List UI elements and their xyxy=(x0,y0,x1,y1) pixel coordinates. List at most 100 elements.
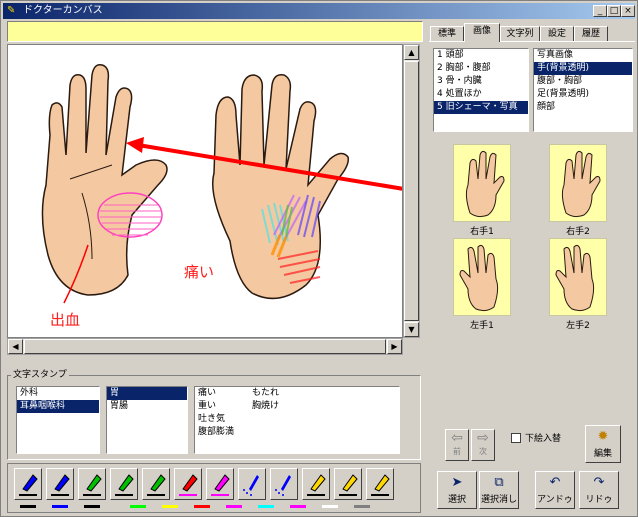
symptom-list[interactable]: 痛い 重い 吐き気 腹部膨満 もたれ 胸焼け xyxy=(194,386,400,454)
pen-palette xyxy=(7,463,421,513)
pen-icon xyxy=(19,474,38,496)
pen-button[interactable] xyxy=(302,468,330,500)
vertical-scroll-thumb[interactable] xyxy=(404,61,419,321)
color-swatch[interactable] xyxy=(84,505,100,508)
deselect-button[interactable]: ⧉ 選択消し xyxy=(479,471,519,509)
list-item[interactable]: 腹部・胸部 xyxy=(534,75,632,88)
deselect-icon: ⧉ xyxy=(494,475,504,490)
color-swatch[interactable] xyxy=(322,505,338,508)
list-item[interactable]: 5 旧シェーマ・写真 xyxy=(434,101,528,114)
list-item[interactable]: 胃腸 xyxy=(107,400,187,413)
list-item[interactable]: 足(背景透明) xyxy=(534,88,632,101)
image-list[interactable]: 写真画像 手(背景透明) 腹部・胸部 足(背景透明) 顔部 xyxy=(533,48,633,132)
list-item[interactable]: 胸焼け xyxy=(249,400,329,413)
overlay-checkbox[interactable] xyxy=(511,433,521,443)
stamp-group-title: 文字スタンプ xyxy=(11,370,69,380)
list-item[interactable]: 写真画像 xyxy=(534,49,632,62)
tab-text[interactable]: 文字列 xyxy=(500,26,540,42)
category-list[interactable]: 1 頭部 2 胸部・腹部 3 骨・内臓 4 処置ほか 5 旧シェーマ・写真 xyxy=(433,48,529,132)
list-item[interactable]: 腹部膨満 xyxy=(195,426,247,439)
image-panel: 1 頭部 2 胸部・腹部 3 骨・内臓 4 処置ほか 5 旧シェーマ・写真 写真… xyxy=(429,41,635,132)
list-item[interactable]: 顔部 xyxy=(534,101,632,114)
drawing-canvas[interactable]: 痛い 出血 xyxy=(7,44,403,338)
comment-input[interactable] xyxy=(7,21,423,42)
color-swatch[interactable] xyxy=(162,505,178,508)
tab-bar: 標準 画像 文字列 設定 履歴 xyxy=(430,23,635,42)
list-item[interactable]: 吐き気 xyxy=(195,413,247,426)
thumbnail-label: 右手1 xyxy=(470,227,494,237)
pen-button[interactable] xyxy=(14,468,42,500)
undo-button[interactable]: ↶ アンドゥ xyxy=(535,471,575,509)
list-item[interactable]: 胃 xyxy=(107,387,187,400)
organ-list[interactable]: 胃 胃腸 xyxy=(106,386,188,454)
list-item[interactable]: 重い xyxy=(195,400,247,413)
spray-button[interactable] xyxy=(270,468,298,500)
tab-history[interactable]: 履歴 xyxy=(574,26,608,42)
color-swatch[interactable] xyxy=(258,505,274,508)
list-item[interactable]: 4 処置ほか xyxy=(434,88,528,101)
pen-button[interactable] xyxy=(334,468,362,500)
pen-icon xyxy=(115,474,134,496)
pen-button[interactable] xyxy=(78,468,106,500)
tab-image[interactable]: 画像 xyxy=(464,23,500,42)
thumbnail[interactable] xyxy=(453,144,511,222)
redo-label: リドゥ xyxy=(585,495,613,505)
horizontal-scroll-thumb[interactable] xyxy=(24,339,386,354)
close-button[interactable]: × xyxy=(621,5,635,17)
scroll-right-icon[interactable]: ▶ xyxy=(387,339,402,354)
prev-button[interactable]: ⇦ 前 xyxy=(445,429,469,461)
pen-button[interactable] xyxy=(46,468,74,500)
schema-drawing xyxy=(41,63,402,304)
pen-icon xyxy=(371,474,390,496)
prev-label: 前 xyxy=(453,447,461,456)
select-label: 選択 xyxy=(447,495,466,505)
list-item[interactable]: 耳鼻咽喉科 xyxy=(17,400,99,413)
select-button[interactable]: ➤ 選択 xyxy=(437,471,477,509)
minimize-button[interactable]: _ xyxy=(593,5,607,17)
arrow-head xyxy=(126,137,144,153)
next-label: 次 xyxy=(479,447,487,456)
thumbnail[interactable] xyxy=(549,144,607,222)
horizontal-scrollbar[interactable]: ◀ ▶ xyxy=(7,338,403,355)
thumbnail[interactable] xyxy=(549,238,607,316)
color-swatch[interactable] xyxy=(290,505,306,508)
pen-icon xyxy=(51,474,70,496)
color-swatch[interactable] xyxy=(20,505,36,508)
scroll-left-icon[interactable]: ◀ xyxy=(8,339,23,354)
pen-button[interactable] xyxy=(142,468,170,500)
vertical-scrollbar[interactable]: ▲ ▼ xyxy=(403,44,420,338)
list-item[interactable]: 手(背景透明) xyxy=(534,62,632,75)
pen-button[interactable] xyxy=(206,468,234,500)
pen-icon xyxy=(179,474,198,496)
color-swatch[interactable] xyxy=(194,505,210,508)
undo-label: アンドゥ xyxy=(537,495,573,505)
deselect-label: 選択消し xyxy=(480,495,517,505)
color-swatch[interactable] xyxy=(130,505,146,508)
pen-icon xyxy=(307,474,326,496)
pen-button[interactable] xyxy=(174,468,202,500)
pen-button[interactable] xyxy=(110,468,138,500)
thumbnail[interactable] xyxy=(453,238,511,316)
scroll-down-icon[interactable]: ▼ xyxy=(404,322,419,337)
color-swatch[interactable] xyxy=(226,505,242,508)
color-swatch[interactable] xyxy=(354,505,370,508)
list-item[interactable]: 3 骨・内臓 xyxy=(434,75,528,88)
spray-button[interactable] xyxy=(238,468,266,500)
thumbnail-grid: 右手1 右手2 左手1 左手2 xyxy=(429,134,635,419)
list-item[interactable]: もたれ xyxy=(249,387,329,400)
list-item[interactable]: 1 頭部 xyxy=(434,49,528,62)
redo-button[interactable]: ↷ リドゥ xyxy=(579,471,619,509)
scroll-up-icon[interactable]: ▲ xyxy=(404,45,419,60)
color-swatch[interactable] xyxy=(52,505,68,508)
department-list[interactable]: 外科 耳鼻咽喉科 xyxy=(16,386,100,454)
next-button[interactable]: ⇨ 次 xyxy=(471,429,495,461)
list-item[interactable]: 痛い xyxy=(195,387,247,400)
pen-button[interactable] xyxy=(366,468,394,500)
list-item[interactable]: 外科 xyxy=(17,387,99,400)
tab-settings[interactable]: 設定 xyxy=(540,26,574,42)
pen-icon xyxy=(339,474,358,496)
tab-standard[interactable]: 標準 xyxy=(430,26,464,42)
maximize-button[interactable]: □ xyxy=(607,5,621,17)
edit-button[interactable]: ✹ 編集 xyxy=(585,425,621,463)
list-item[interactable]: 2 胸部・腹部 xyxy=(434,62,528,75)
